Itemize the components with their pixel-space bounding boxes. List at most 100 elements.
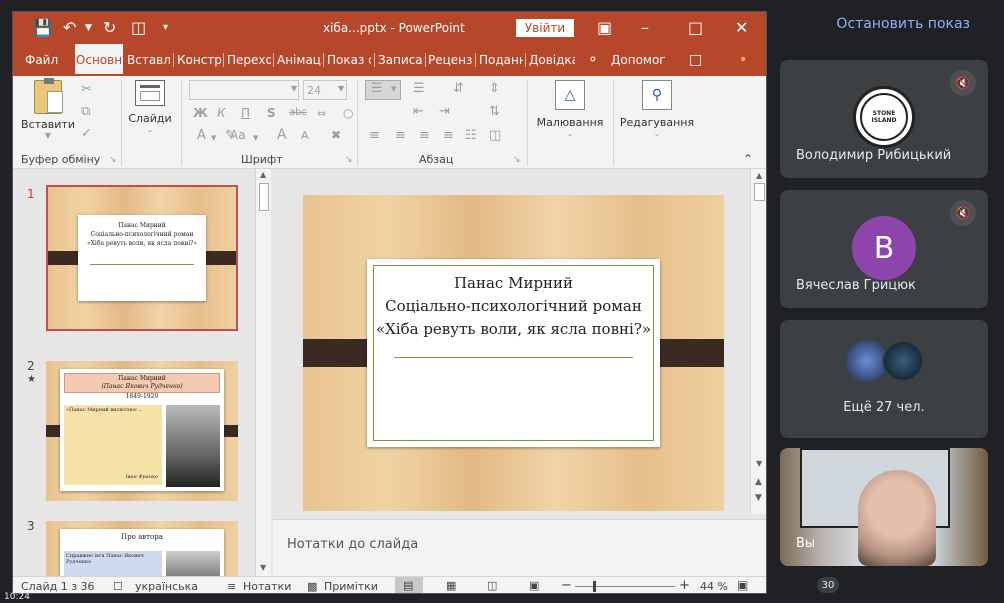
scroll-down-icon[interactable]: ▼ <box>756 459 762 468</box>
previous-slide-icon[interactable]: ▲ <box>755 477 762 487</box>
slide-thumbnail-3[interactable]: Про автора Справжнє ім'я Панас Якович Ру… <box>46 521 238 576</box>
zoom-out-button[interactable]: − <box>561 578 572 593</box>
slide-thumbnail-2[interactable]: Панас Мирний (Панас Якович Рудченко) 184… <box>46 361 238 501</box>
slides-button[interactable]: Слайди ⌄ <box>127 80 173 134</box>
tab-review[interactable]: Рецензу <box>428 44 472 76</box>
format-painter-icon[interactable]: ✓ <box>81 126 92 141</box>
clear-all-formatting-icon[interactable]: ✖ <box>331 128 341 142</box>
cut-icon[interactable]: ✂ <box>81 82 92 97</box>
tab-insert[interactable]: Вставле <box>127 44 171 76</box>
scroll-thumb[interactable] <box>259 183 269 211</box>
justify-icon[interactable]: ≡ <box>443 128 454 143</box>
paste-button[interactable]: Вставити ▼ <box>21 78 75 140</box>
scroll-up-icon[interactable]: ▲ <box>756 171 762 180</box>
slide-sorter-icon[interactable]: ▦ <box>446 579 456 592</box>
grow-font-button[interactable]: A <box>277 127 287 143</box>
stop-presenting-button[interactable]: Остановить показ <box>820 6 1000 42</box>
font-color-button[interactable]: A <box>197 128 206 143</box>
notes-toggle-button[interactable]: Нотатки <box>243 580 291 593</box>
columns-icon[interactable]: ☷ <box>465 128 477 143</box>
font-name-combobox[interactable] <box>189 80 299 100</box>
ribbon-display-icon[interactable]: ▣ <box>597 18 612 37</box>
decrease-indent-icon[interactable]: ⇤ <box>413 104 424 119</box>
participant-count-badge[interactable]: 30 <box>817 577 839 593</box>
tab-view[interactable]: Поданн <box>479 44 523 76</box>
next-slide-icon[interactable]: ▼ <box>755 493 762 503</box>
text-direction-icon[interactable]: ⇕ <box>489 81 500 96</box>
zoom-slider[interactable] <box>575 586 675 587</box>
lightbulb-icon[interactable]: ⚬ <box>587 44 601 76</box>
comments-toggle-button[interactable]: Примітки <box>324 580 378 593</box>
more-participants-tile[interactable]: Ещё 27 чел. <box>780 320 988 438</box>
smartart-icon[interactable]: ◫ <box>489 128 501 143</box>
bold-button[interactable]: Ж <box>193 106 208 120</box>
editing-button[interactable]: ⚲ Редагування ⌄ <box>619 80 695 138</box>
numbering-icon[interactable]: ☰ <box>413 81 425 96</box>
self-view-tile[interactable]: Вы <box>780 448 988 566</box>
participant-tile-2[interactable]: B 🔇 Вячеслав Грицюк <box>780 190 988 308</box>
strikethrough-button[interactable]: abc <box>289 107 307 118</box>
drawing-button[interactable]: △ Малювання ⌄ <box>533 80 607 138</box>
tab-help[interactable]: Довідка <box>529 44 575 76</box>
zoom-in-button[interactable]: + <box>679 578 690 593</box>
font-size-dropdown-icon[interactable]: ▼ <box>338 84 344 93</box>
tab-file[interactable]: Файл <box>25 44 65 76</box>
participant-tile-1[interactable]: STONE ISLAND 🔇 Володимир Рибицький <box>780 60 988 178</box>
notes-pane[interactable]: Нотатки до слайда <box>273 519 766 576</box>
sign-in-button[interactable]: Увійти <box>516 19 574 37</box>
clear-formatting-icon[interactable]: ○ <box>343 106 353 120</box>
ribbon-home: Вставити ▼ ✂ ⧉ ✓ Буфер обміну ↘ Слайди ⌄… <box>13 76 766 169</box>
tab-design[interactable]: Констру <box>177 44 221 76</box>
close-icon[interactable]: ✕ <box>735 18 748 37</box>
language-indicator[interactable]: українська <box>135 580 198 593</box>
line-spacing-icon[interactable]: ⇵ <box>453 81 464 96</box>
clipboard-launcher-icon[interactable]: ↘ <box>109 155 117 165</box>
spellcheck-icon[interactable]: ☐ <box>113 580 123 593</box>
paragraph-launcher-icon[interactable]: ↘ <box>513 155 521 165</box>
thumbnails-scrollbar[interactable]: ▲ ▼ <box>255 169 271 576</box>
minimize-icon[interactable]: – <box>641 18 649 37</box>
font-launcher-icon[interactable]: ↘ <box>345 155 353 165</box>
align-left-icon[interactable]: ≡ <box>369 128 380 143</box>
undo-icon[interactable]: ↶ <box>63 18 76 37</box>
tab-home[interactable]: Основн <box>75 44 123 76</box>
copy-icon[interactable]: ⧉ <box>81 104 90 119</box>
fit-to-window-icon[interactable]: ▣ <box>737 578 748 592</box>
change-case-button[interactable]: Aa <box>230 128 246 142</box>
slideshow-view-icon[interactable]: ▣ <box>529 579 539 592</box>
shrink-font-button[interactable]: A <box>301 129 309 142</box>
italic-button[interactable]: К <box>217 106 226 120</box>
tab-transitions[interactable]: Перехо <box>227 44 271 76</box>
tab-slideshow[interactable]: Показ с <box>327 44 371 76</box>
align-right-icon[interactable]: ≡ <box>419 128 430 143</box>
shadow-button[interactable]: S <box>267 106 276 120</box>
normal-view-icon[interactable]: ▤ <box>403 579 413 592</box>
start-from-beginning-icon[interactable]: ◫ <box>131 18 146 37</box>
collapse-ribbon-icon[interactable]: ⌃ <box>743 152 753 166</box>
align-center-icon[interactable]: ≡ <box>395 128 406 143</box>
underline-button[interactable]: П <box>241 106 250 120</box>
undo-dropdown-icon[interactable]: ▼ <box>85 23 92 33</box>
customize-toolbar-icon[interactable]: ▾ <box>163 22 168 33</box>
character-spacing-icon[interactable]: ⇔ <box>317 107 326 120</box>
scroll-down-icon[interactable]: ▼ <box>260 563 266 572</box>
scroll-up-icon[interactable]: ▲ <box>260 170 266 179</box>
align-text-icon[interactable]: ⇅ <box>489 104 500 119</box>
reading-view-icon[interactable]: ◫ <box>487 579 497 592</box>
font-name-dropdown-icon[interactable]: ▼ <box>291 84 297 93</box>
tab-record[interactable]: Записа <box>378 44 422 76</box>
save-icon[interactable]: 💾 <box>33 18 53 37</box>
title-placeholder[interactable]: Панас Мирний Соціально-психологічний ром… <box>367 259 660 447</box>
zoom-slider-thumb[interactable] <box>593 581 596 592</box>
slide-thumbnail-1[interactable]: Панас Мирний Соціально-психологічний ром… <box>46 185 238 331</box>
main-slide[interactable]: Панас Мирний Соціально-психологічний ром… <box>303 195 724 511</box>
scroll-thumb[interactable] <box>754 183 765 201</box>
slide-scrollbar[interactable]: ▲ ▼ ▲ ▼ <box>750 169 766 514</box>
redo-icon[interactable]: ↻ <box>103 18 116 37</box>
tell-me-search[interactable]: Допомог <box>611 44 665 76</box>
tab-animations[interactable]: Анімац <box>277 44 321 76</box>
comments-icon[interactable]: □ <box>689 44 707 76</box>
increase-indent-icon[interactable]: ⇥ <box>439 104 450 119</box>
zoom-level[interactable]: 44 % <box>700 580 728 593</box>
maximize-icon[interactable]: □ <box>688 18 703 37</box>
